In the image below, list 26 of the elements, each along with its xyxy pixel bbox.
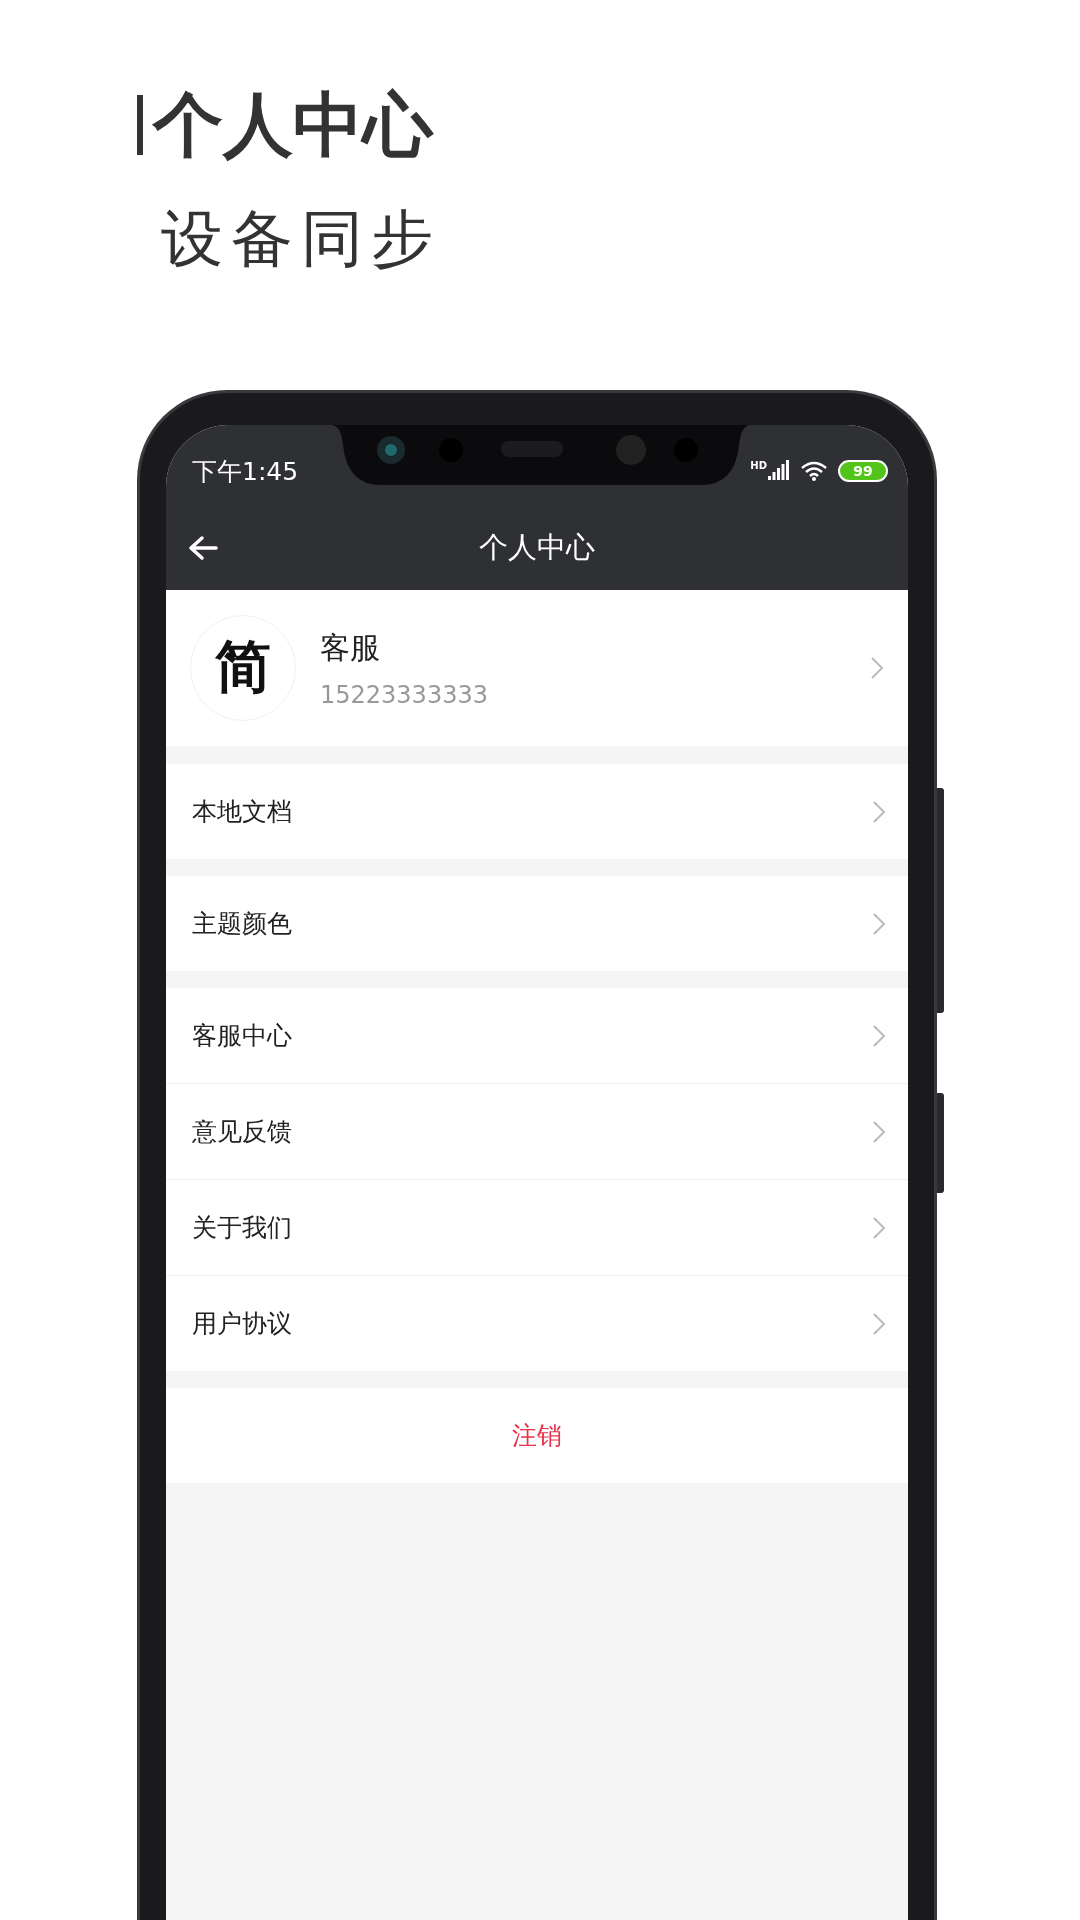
profile-name: 客服 xyxy=(320,628,381,667)
signal-icon xyxy=(768,460,790,482)
logout-button[interactable]: 注销 xyxy=(166,1388,908,1483)
chevron-right-icon xyxy=(872,1023,886,1048)
wifi-icon xyxy=(800,460,828,482)
menu-item[interactable]: 意见反馈 xyxy=(166,1083,908,1179)
chevron-right-icon xyxy=(872,1215,886,1240)
network-label: HD xyxy=(750,460,767,471)
back-arrow-icon xyxy=(188,534,218,561)
page-heading: 个人中心 xyxy=(153,90,433,160)
profile-row[interactable]: 简 客服 15223333333 xyxy=(166,590,908,746)
nav-title: 个人中心 xyxy=(478,528,596,566)
menu-item[interactable]: 本地文档 xyxy=(166,764,908,859)
status-time: 下午1:45 xyxy=(192,455,299,488)
chevron-right-icon xyxy=(872,1119,886,1144)
menu-item[interactable]: 用户协议 xyxy=(166,1275,908,1371)
page-subheading: 设备同步 xyxy=(160,208,442,270)
menu-item[interactable]: 客服中心 xyxy=(166,988,908,1083)
chevron-right-icon xyxy=(870,656,884,680)
menu-item[interactable]: 关于我们 xyxy=(166,1179,908,1275)
battery-level: 99 xyxy=(838,460,888,482)
menu-item[interactable]: 主题颜色 xyxy=(166,876,908,971)
chevron-right-icon xyxy=(872,799,886,824)
chevron-right-icon xyxy=(872,1311,886,1336)
chevron-right-icon xyxy=(872,911,886,936)
profile-phone: 15223333333 xyxy=(320,680,489,709)
